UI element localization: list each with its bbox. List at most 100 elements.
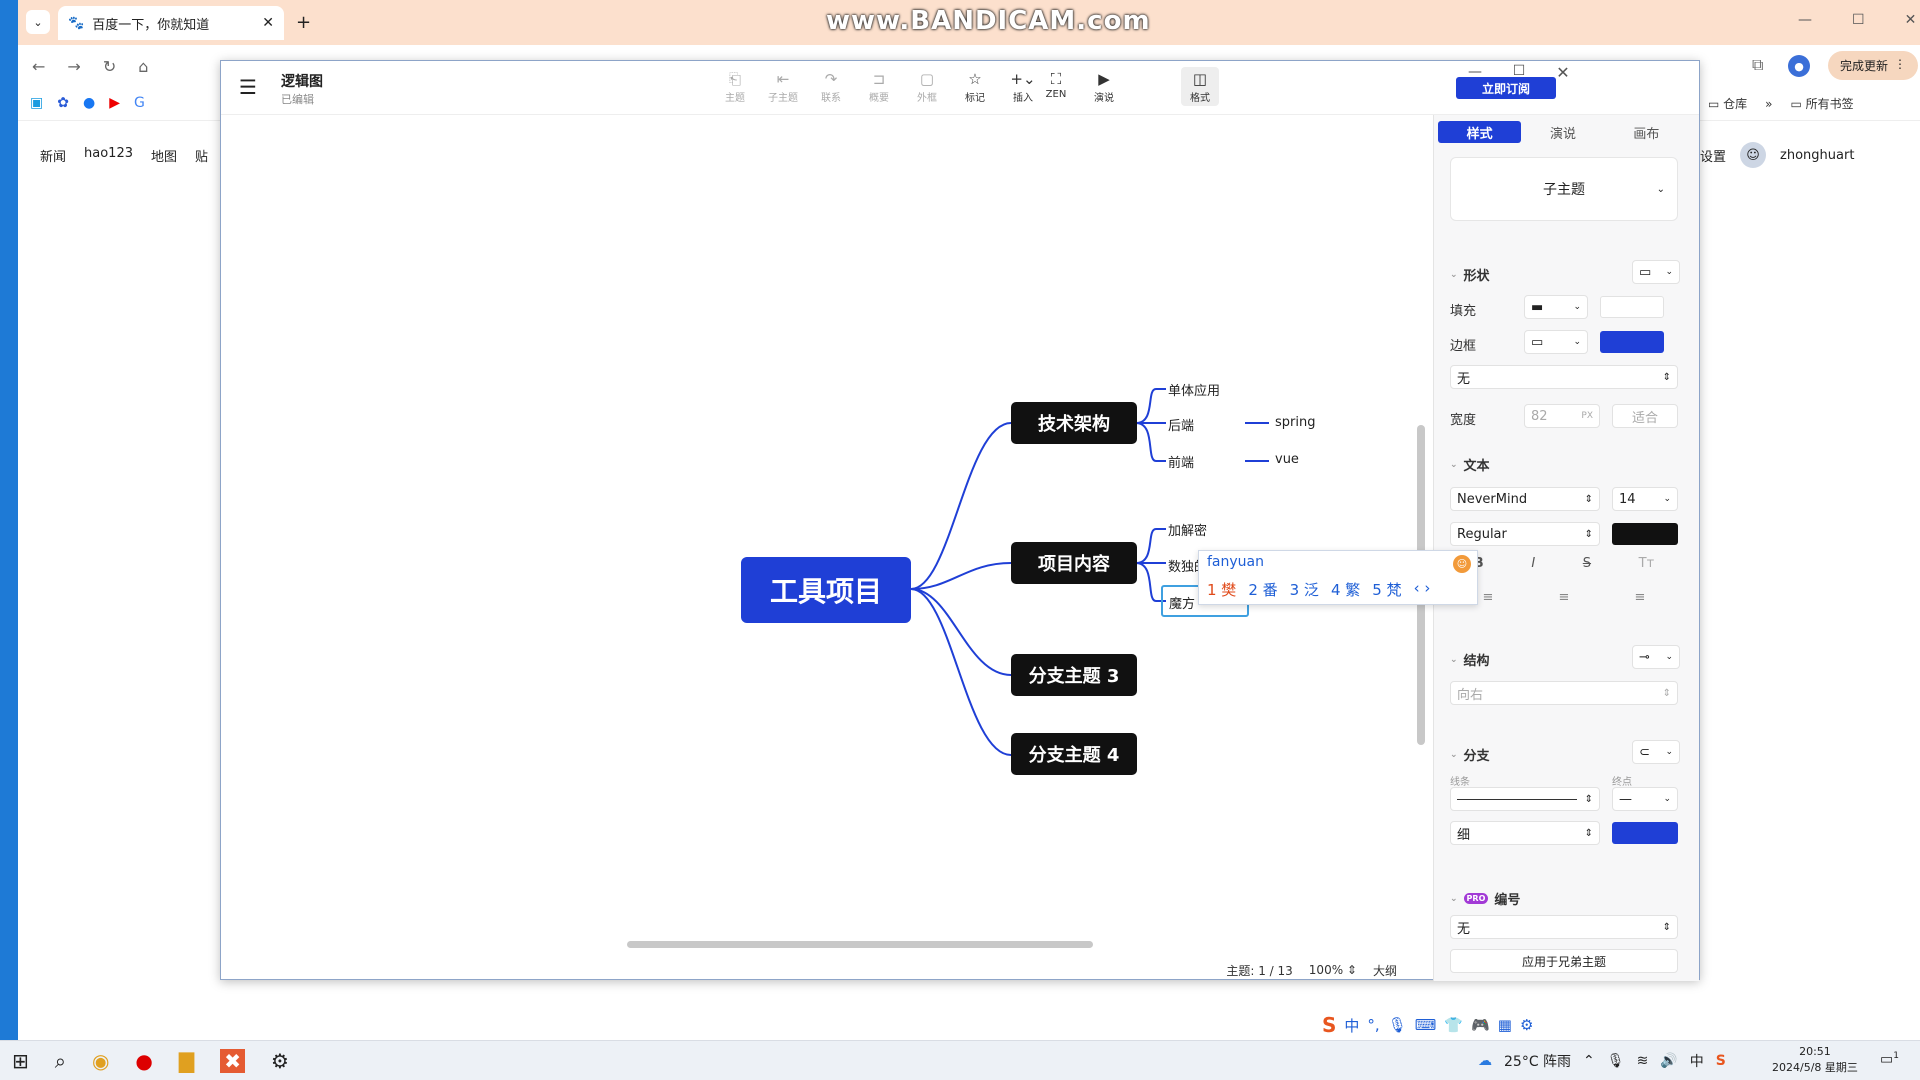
tab-canvas[interactable]: 画布 (1605, 121, 1688, 143)
baidu-icon[interactable]: ✿ (57, 95, 69, 111)
font-family-select[interactable]: NeverMind ⇕ (1450, 487, 1600, 511)
font-size-select[interactable]: 14 ⌄ (1612, 487, 1678, 511)
search-icon[interactable]: ⌕ (55, 1049, 66, 1073)
align-left-icon[interactable]: ≡ (1483, 590, 1494, 605)
clock[interactable]: 20:51 2024/5/8 星期三 (1772, 1044, 1858, 1076)
fit-button[interactable]: 适合 (1612, 404, 1678, 428)
numbering-select[interactable]: 无 ⇕ (1450, 915, 1678, 939)
structure-direction-select[interactable]: 向右 ⇕ (1450, 681, 1678, 705)
italic-icon[interactable]: I (1531, 556, 1535, 571)
home-icon[interactable]: ⌂ (138, 57, 148, 76)
branch-color-swatch[interactable] (1612, 822, 1678, 844)
minimize-icon[interactable]: — (1798, 12, 1812, 28)
section-numbering[interactable]: ⌄ PRO 编号 (1450, 889, 1520, 908)
all-bookmarks[interactable]: ▭ 所有书签 (1791, 95, 1854, 112)
microphone-icon[interactable]: 🎙 (1607, 1053, 1625, 1069)
volume-icon[interactable]: 🔊 (1660, 1053, 1677, 1069)
tray-expand-icon[interactable]: ⌃ (1583, 1053, 1595, 1069)
tab-style[interactable]: 样式 (1438, 121, 1522, 143)
toolbar-subtopic[interactable]: ⇤ 子主题 (764, 69, 802, 104)
profile-avatar[interactable]: ● (1788, 55, 1810, 77)
update-button[interactable]: 完成更新 ⋮ (1828, 51, 1919, 80)
toolbar-summary[interactable]: ⊐ 概要 (860, 69, 898, 104)
subtopic-vue[interactable]: vue (1275, 452, 1299, 467)
user-avatar[interactable]: ☺ (1740, 142, 1767, 168)
border-color-swatch[interactable] (1600, 331, 1664, 353)
fill-type-select[interactable]: ▬ ⌄ (1524, 295, 1588, 319)
ime-page-arrows-icon[interactable]: ‹ › (1414, 579, 1431, 600)
ime-candidate[interactable]: 5 梵 (1372, 579, 1401, 600)
maximize-icon[interactable]: ☐ (1852, 12, 1865, 28)
settings-link[interactable]: 设置 (1700, 146, 1726, 165)
nav-link-hao123[interactable]: hao123 (84, 146, 133, 165)
text-case-icon[interactable]: Tт (1639, 556, 1655, 571)
nav-link-tieba[interactable]: 贴 (195, 146, 208, 165)
username[interactable]: zhonghuart (1780, 148, 1854, 163)
google-icon[interactable]: G (134, 95, 145, 111)
nav-link-map[interactable]: 地图 (151, 146, 177, 165)
scroll-thumb[interactable] (627, 941, 1093, 948)
subtopic-frontend[interactable]: 前端 (1168, 452, 1194, 471)
strikethrough-icon[interactable]: S (1583, 556, 1591, 571)
subtopic-spring[interactable]: spring (1275, 415, 1315, 430)
branch-topic-4[interactable]: 分支主题 4 (1011, 733, 1137, 775)
youtube-icon[interactable]: ▶ (109, 95, 120, 111)
ime-voice-icon[interactable]: 🎙 (1388, 1016, 1407, 1034)
ime-punctuation-icon[interactable]: °, (1367, 1016, 1379, 1034)
horizontal-scrollbar[interactable] (401, 941, 1421, 949)
line-thickness-select[interactable]: 细 ⇕ (1450, 821, 1600, 845)
shape-select[interactable]: ▭ ⌄ (1632, 260, 1680, 284)
subscribe-button[interactable]: 立即订阅 (1456, 77, 1556, 99)
browser-tab-active[interactable]: 🐾 百度一下，你就知道 ✕ (58, 6, 284, 40)
ime-settings-icon[interactable]: ⚙ (1520, 1016, 1533, 1034)
notification-icon[interactable]: ▭1 (1880, 1051, 1899, 1068)
tab-search-button[interactable]: ⌄ (26, 10, 50, 34)
apply-to-siblings-button[interactable]: 应用于兄弟主题 (1450, 949, 1678, 973)
section-structure[interactable]: ⌄ 结构 (1450, 650, 1490, 669)
font-weight-select[interactable]: Regular ⇕ (1450, 522, 1600, 546)
ime-candidate[interactable]: 1 樊 (1207, 579, 1236, 600)
reload-icon[interactable]: ↻ (103, 57, 116, 76)
chevron-right-icon[interactable]: » (1765, 97, 1772, 111)
toolbar-marker[interactable]: ☆ 标记 (956, 69, 994, 104)
width-input[interactable]: 82 PX (1524, 404, 1600, 428)
align-center-icon[interactable]: ≡ (1559, 590, 1570, 605)
ime-game-icon[interactable]: 🎮 (1471, 1016, 1490, 1034)
back-icon[interactable]: ← (32, 57, 45, 76)
weather-text[interactable]: 25°C 阵雨 (1504, 1051, 1571, 1071)
align-right-icon[interactable]: ≡ (1635, 590, 1646, 605)
close-tab-icon[interactable]: ✕ (262, 15, 274, 31)
weather-icon[interactable]: ☁ (1478, 1053, 1492, 1069)
root-topic[interactable]: 工具项目 (741, 557, 911, 623)
mindmap-canvas[interactable]: 工具项目 技术架构 项目内容 分支主题 3 分支主题 4 单体应用 后端 前端 … (221, 115, 1427, 959)
branch-topic-3[interactable]: 分支主题 3 (1011, 654, 1137, 696)
forward-icon[interactable]: → (67, 57, 80, 76)
nav-link-news[interactable]: 新闻 (40, 146, 66, 165)
branch-topic-tech[interactable]: 技术架构 (1011, 402, 1137, 444)
branch-topic-content[interactable]: 项目内容 (1011, 542, 1137, 584)
document-title[interactable]: 逻辑图 (281, 71, 323, 91)
branch-type-select[interactable]: ⊂ ⌄ (1632, 740, 1680, 764)
border-style-select[interactable]: 无 ⇕ (1450, 365, 1678, 389)
ime-mode-indicator[interactable]: 中 (1690, 1051, 1704, 1071)
tab-present[interactable]: 演说 (1521, 121, 1604, 143)
menu-icon[interactable]: ☰ (239, 75, 257, 99)
sogou-logo-icon[interactable]: S (1322, 1013, 1336, 1037)
line-style-select[interactable]: ⇕ (1450, 787, 1600, 811)
structure-type-select[interactable]: ⊸ ⌄ (1632, 645, 1680, 669)
zen-button[interactable]: ⛶ ZEN (1037, 69, 1075, 100)
outline-button[interactable]: 大纲 (1373, 962, 1397, 979)
sogou-tray-icon[interactable]: S (1716, 1053, 1726, 1069)
toolbar-topic[interactable]: ⎗ 主题 (716, 69, 754, 104)
text-color-swatch[interactable] (1612, 523, 1678, 545)
subtopic-backend[interactable]: 后端 (1168, 415, 1194, 434)
bilibili-icon[interactable]: ▣ (30, 95, 43, 111)
ime-candidate[interactable]: 4 繁 (1331, 579, 1360, 600)
ime-chinese-mode-icon[interactable]: 中 (1344, 1015, 1359, 1036)
section-text[interactable]: ⌄ 文本 (1450, 455, 1490, 474)
ime-apps-icon[interactable]: ▦ (1498, 1016, 1512, 1034)
xmind-app-icon[interactable]: ✖ (220, 1049, 246, 1073)
zoom-control[interactable]: 100% ⇕ (1309, 963, 1357, 977)
present-button[interactable]: ▶ 演说 (1085, 69, 1123, 104)
wifi-icon[interactable]: ≋ (1637, 1053, 1649, 1069)
